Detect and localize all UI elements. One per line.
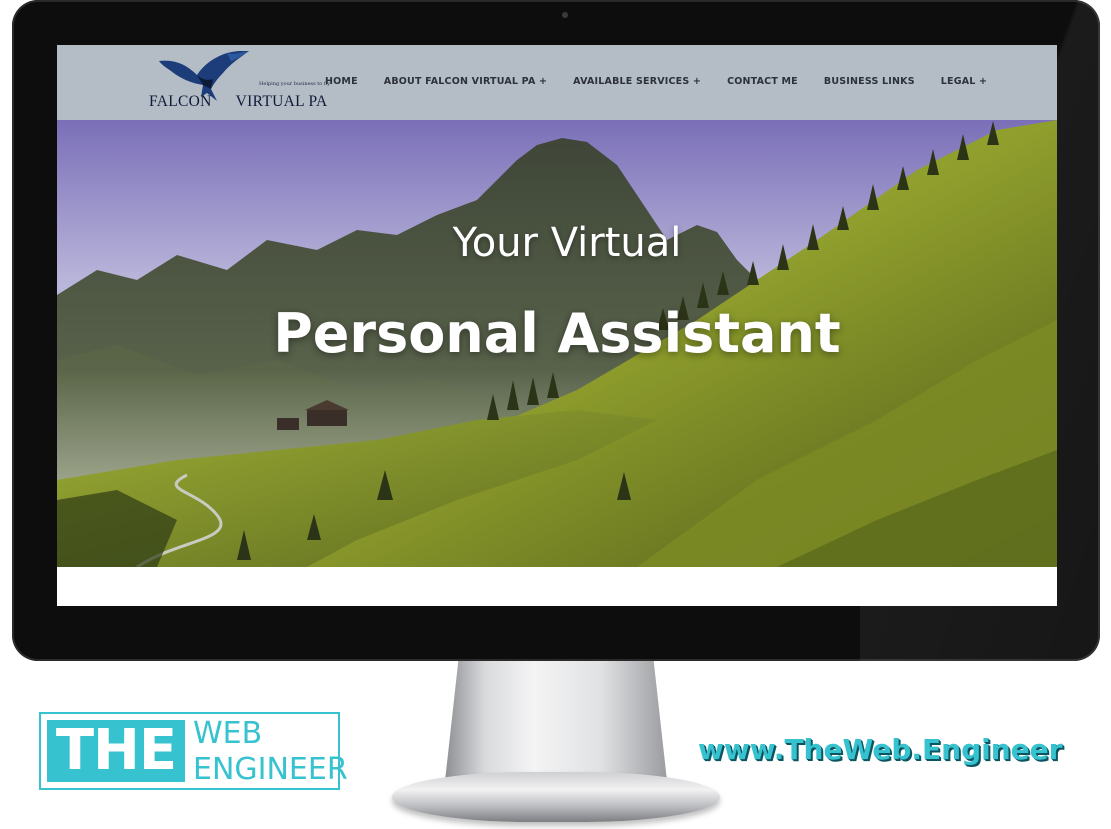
hero-banner: Your Virtual Personal Assistant [57,120,1057,567]
webcam-dot [562,12,568,18]
logo-tagline: Helping your business to fly [259,81,331,87]
site-logo[interactable]: Helping your business to fly FALCON VIRTU… [149,51,330,117]
logo-the-block: THE [47,720,185,782]
logo-wordmark: FALCON VIRTUAL PA [149,93,327,111]
main-nav: HOME ABOUT FALCON VIRTUAL PA + AVAILABLE… [325,76,1013,87]
website-url: www.TheWeb.Engineer [698,733,1063,766]
nav-business-links[interactable]: BUSINESS LINKS [824,76,915,87]
nav-legal[interactable]: LEGAL + [941,76,987,87]
the-web-engineer-logo: THE WEB ENGINEER [39,712,348,790]
nav-home[interactable]: HOME [325,76,358,87]
logo-word-falcon: FALCON [149,93,212,110]
monitor-stand-neck [445,661,667,781]
nav-about[interactable]: ABOUT FALCON VIRTUAL PA + [384,76,547,87]
website-screen: Helping your business to fly FALCON VIRTU… [57,45,1057,606]
monitor-frame: Helping your business to fly FALCON VIRTU… [12,0,1100,661]
page-content-area [57,567,1057,606]
logo-web-text: WEB [193,716,263,751]
logo-word-virtual-pa: VIRTUAL PA [235,93,328,110]
monitor-stand-base [392,772,720,822]
nav-services[interactable]: AVAILABLE SERVICES + [573,76,701,87]
site-header: Helping your business to fly FALCON VIRTU… [57,45,1057,120]
logo-engineer-text: ENGINEER [193,752,348,787]
nav-contact[interactable]: CONTACT ME [727,76,798,87]
hero-heading-line1: Your Virtual [452,220,682,266]
hero-heading-line2: Personal Assistant [273,302,841,365]
